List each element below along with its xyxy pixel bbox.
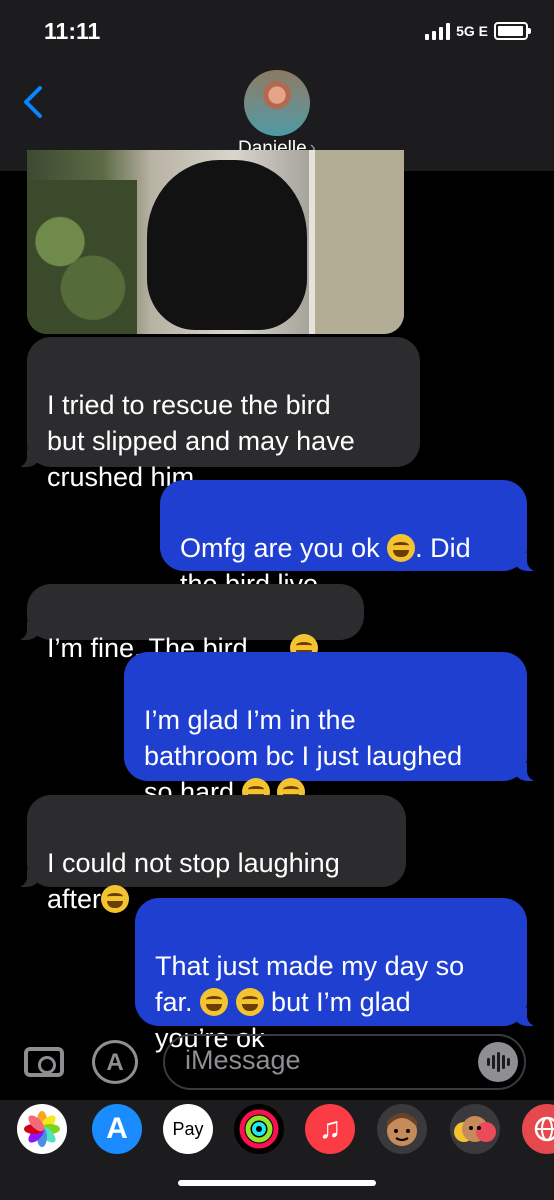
status-indicators: 5G E xyxy=(425,22,531,40)
photo-window xyxy=(309,150,404,334)
camera-icon[interactable] xyxy=(24,1047,64,1077)
battery-icon xyxy=(494,22,531,40)
apple-pay-app-icon[interactable]: Pay xyxy=(163,1104,213,1154)
outgoing-message[interactable]: Omfg are you ok . Did the bird live xyxy=(160,480,537,599)
app-store-button[interactable]: A xyxy=(92,1040,138,1084)
memoji-stickers-app-icon[interactable] xyxy=(450,1104,500,1154)
message-text: Omfg are you ok xyxy=(180,533,388,563)
incoming-message[interactable]: I could not stop laughing after xyxy=(17,795,406,914)
rolling-laughing-emoji-icon xyxy=(101,885,130,913)
incoming-message[interactable]: I’m fine. The bird….. xyxy=(17,584,364,663)
message-text: I tried to rescue the bird but slipped a… xyxy=(47,390,355,492)
music-app-icon[interactable]: ♫ xyxy=(305,1104,355,1154)
hand-over-mouth-emoji-icon xyxy=(200,988,229,1016)
activity-app-icon[interactable] xyxy=(234,1104,284,1154)
memoji-app-icon[interactable] xyxy=(377,1104,427,1154)
photos-app-icon[interactable] xyxy=(17,1104,67,1154)
photo-message[interactable] xyxy=(27,150,404,334)
audio-message-icon[interactable] xyxy=(478,1042,518,1082)
music-note-glyph: ♫ xyxy=(318,1112,342,1145)
memoji-face-icon xyxy=(387,1113,417,1146)
app-store-app-icon[interactable]: A xyxy=(92,1104,142,1154)
outgoing-message[interactable]: That just made my day so far. but I’m gl… xyxy=(135,898,537,1053)
imessage-input[interactable]: iMessage xyxy=(163,1034,526,1090)
activity-rings-icon xyxy=(239,1109,279,1149)
tears-of-joy-emoji-icon xyxy=(235,988,264,1016)
home-indicator[interactable] xyxy=(178,1180,376,1186)
globe-icon xyxy=(534,1116,554,1142)
conversation-header: 11:11 5G E Danielle › xyxy=(0,0,554,171)
incoming-message[interactable]: I tried to rescue the bird but slipped a… xyxy=(17,337,420,492)
memoji-stickers-icon xyxy=(454,1116,496,1142)
signal-icon xyxy=(425,22,451,40)
photo-cat xyxy=(147,160,307,330)
app-store-icon: A xyxy=(106,1049,124,1076)
status-time: 11:11 xyxy=(44,18,101,44)
app-store-glyph: A xyxy=(106,1112,128,1145)
back-chevron-icon[interactable] xyxy=(18,84,48,120)
photo-plant xyxy=(27,180,137,334)
contact-avatar[interactable] xyxy=(244,70,310,136)
input-placeholder: iMessage xyxy=(185,1045,301,1075)
photos-flower-icon xyxy=(24,1111,60,1147)
outgoing-message[interactable]: I’m glad I’m in the bathroom bc I just l… xyxy=(124,652,537,807)
apple-pay-label: Pay xyxy=(172,1118,204,1139)
network-type: 5G E xyxy=(456,23,488,39)
tears-of-joy-emoji-icon xyxy=(387,534,416,562)
